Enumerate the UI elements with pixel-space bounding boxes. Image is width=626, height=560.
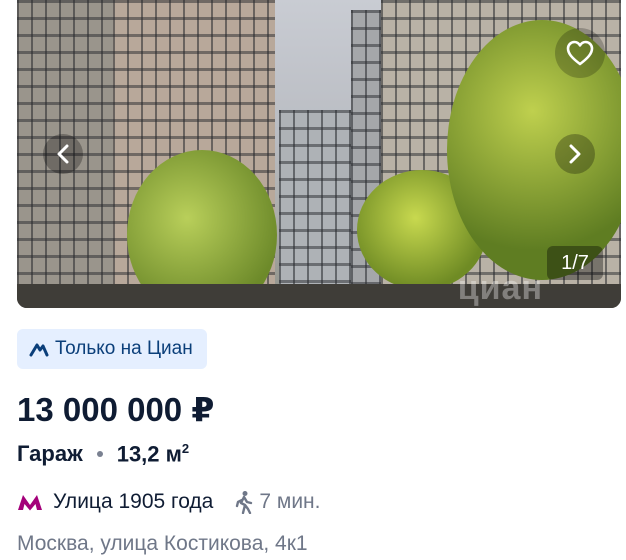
walk-time: 7 мин.	[235, 490, 321, 514]
walking-person-icon	[236, 491, 253, 514]
chevron-right-icon	[569, 144, 581, 164]
next-photo-button[interactable]	[555, 134, 595, 174]
metro-station[interactable]: Улица 1905 года	[53, 490, 213, 514]
listing-address[interactable]: Москва, улица Костикова, 4к1	[17, 532, 308, 556]
listing-area-sup: 2	[181, 441, 190, 456]
listing-price: 13 000 000 ₽	[17, 391, 215, 428]
metro-info: Улица 1905 года 7 мин.	[17, 490, 321, 514]
badge-label: Только на Циан	[55, 338, 193, 359]
walk-time-value: 7 мин.	[259, 490, 321, 513]
chevron-left-icon	[57, 144, 69, 164]
heart-icon	[566, 40, 594, 66]
cian-logo-icon	[29, 343, 49, 357]
listing-type: Гараж	[17, 441, 83, 467]
only-on-cian-badge: Только на Циан	[17, 329, 207, 369]
listing-photo[interactable]: циан 1/7	[17, 0, 621, 308]
photo-building-far	[279, 110, 351, 308]
separator-dot	[96, 451, 103, 458]
listing-area: 13,2 м2	[117, 441, 189, 467]
metro-icon	[18, 495, 42, 511]
favorite-button[interactable]	[555, 28, 605, 78]
prev-photo-button[interactable]	[43, 134, 83, 174]
photo-watermark: циан	[457, 269, 543, 307]
photo-counter: 1/7	[547, 246, 603, 280]
listing-area-value: 13,2 м	[116, 441, 182, 467]
listing-params: Гараж 13,2 м2	[17, 441, 189, 467]
